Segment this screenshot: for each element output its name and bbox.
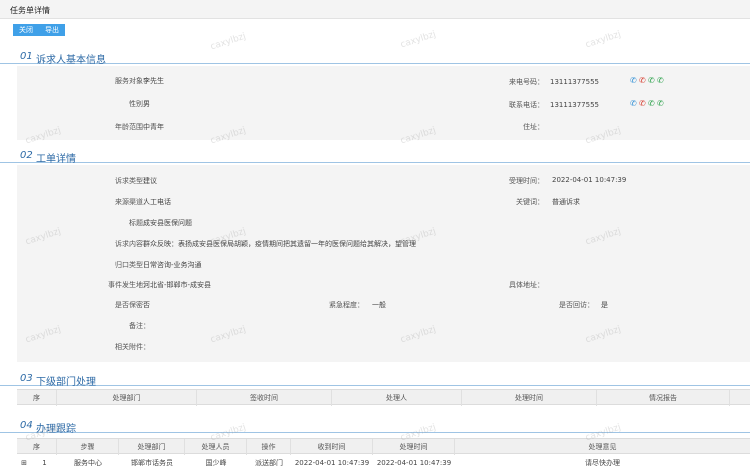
source-value: 人工电话 [143,198,171,206]
order-panel: 诉求类型： 建议 来源渠道： 人工电话 标题： 成安县医保问题 诉求内容： 群众… [17,165,750,362]
column-header[interactable]: 处理人 [332,390,462,406]
column-header[interactable]: 签收时间 [197,390,332,406]
transfer-phone-icon[interactable]: ✆ [657,100,664,108]
incoming-phone-actions: ✆ ✆ ✆ ✆ [630,77,664,85]
section-title: 诉求人基本信息 [36,55,106,66]
petitioner-panel: 服务对象： 李先生 性别： 男 年龄范围： 中青年 来电号码： 13111377… [17,66,750,140]
row-processed-time: 2022-04-01 10:47:39 [376,459,452,467]
section-header-petitioner: 01 诉求人基本信息 [0,50,750,66]
urgency-value: 一般 [372,301,386,309]
subject-value: 成安县医保问题 [143,219,192,227]
attachment-label: 相关附件： [115,343,150,351]
age-value: 中青年 [143,123,164,131]
transfer-phone-icon[interactable]: ✆ [657,77,664,85]
column-header[interactable]: 处理人员 [185,439,247,455]
expand-icon[interactable]: ⊞ [19,458,29,467]
incoming-phone-label: 来电号码： [509,78,544,86]
specific-address-label: 具体地址： [509,281,544,289]
reply-value: 是 [601,301,608,309]
address-label: 住址： [523,123,544,131]
section-title: 工单详情 [36,154,76,165]
sub-dept-table-header: 序 处理部门 签收时间 处理人 处理时间 情况报告 [17,389,750,406]
row-step: 服务中心 [74,459,102,467]
column-header[interactable]: 处理部门 [57,390,197,406]
secret-label: 是否保密： [115,301,150,309]
row-dept: 邯郸市话务员 [131,459,173,467]
tracking-table-header: 序 步骤 处理部门 处理人员 操作 收到时间 处理时间 处理意见 [17,438,750,455]
section-number: 03 [20,373,33,384]
column-header[interactable]: 步骤 [57,439,119,455]
export-button[interactable]: 导出 [39,24,65,36]
keyword-label: 关键词： [516,198,544,206]
secret-value: 否 [143,301,150,309]
content-label: 诉求内容： [115,240,150,248]
service-target-value: 李先生 [143,77,164,85]
window-title: 任务单详情 [10,6,50,15]
service-target-label: 服务对象： [115,77,150,85]
call-phone-icon[interactable]: ✆ [630,100,637,108]
accept-time-value: 2022-04-01 10:47:39 [552,176,627,184]
column-header[interactable]: 处理意见 [455,439,750,455]
answer-phone-icon[interactable]: ✆ [648,77,655,85]
contact-phone-label: 联系电话： [509,101,544,109]
row-received-time: 2022-04-01 10:47:39 [294,459,370,467]
column-header[interactable]: 序 [17,439,57,455]
subject-label: 标题： [129,219,150,227]
type-label: 诉求类型： [115,177,150,185]
keyword-value: 普通诉求 [552,198,580,206]
row-person: 国少峰 [205,459,227,467]
section-header-order: 02 工单详情 [0,149,750,165]
section-title: 办理跟踪 [36,424,76,435]
hangup-phone-icon[interactable]: ✆ [639,77,646,85]
column-header[interactable]: 操作 [247,439,291,455]
age-label: 年龄范围： [115,123,150,131]
category-label: 归口类型： [115,261,150,269]
column-header[interactable]: 处理时间 [373,439,455,455]
source-label: 来源渠道： [115,198,150,206]
watermark: caxylbzj [584,29,623,51]
column-header[interactable]: 处理时间 [462,390,597,406]
hangup-phone-icon[interactable]: ✆ [639,100,646,108]
reply-label: 是否回访： [559,301,594,309]
section-header-sub-dept: 03 下级部门处理 [0,372,750,388]
section-header-tracking: 04 办理跟踪 [0,419,750,435]
incoming-phone-value: 13111377555 [550,78,599,86]
watermark: caxylbzj [399,29,438,51]
section-title: 下级部门处理 [36,377,96,388]
accept-time-label: 受理时间： [509,177,544,185]
gender-value: 男 [143,100,150,108]
contact-phone-value: 13111377555 [550,101,599,109]
row-operation: 派送部门 [255,459,283,467]
column-header[interactable]: 情况报告 [597,390,730,406]
row-number: 1 [42,459,47,467]
urgency-label: 紧急程度： [329,301,364,309]
row-opinion: 请尽快办理 [585,459,620,467]
column-header[interactable]: 序 [17,390,57,406]
section-number: 04 [20,420,33,431]
content-value: 群众反映：表扬成安县医保局胡颖，疫情期间把其遗留一年的医保问题给其解决，望管理 [143,240,416,248]
type-value: 建议 [143,177,157,185]
column-header[interactable]: 处理部门 [119,439,185,455]
section-number: 01 [20,51,33,62]
location-value: 河北省-邯郸市-成安县 [143,281,212,289]
gender-label: 性别： [129,100,150,108]
answer-phone-icon[interactable]: ✆ [648,100,655,108]
category-value: 日常咨询-业务沟通 [143,261,202,269]
section-number: 02 [20,150,33,161]
window-titlebar: 任务单详情 [0,0,750,19]
note-label: 备注： [129,322,150,330]
close-button[interactable]: 关闭 [13,24,39,36]
column-header[interactable]: 收到时间 [291,439,373,455]
toolbar: 关闭 导出 [13,24,65,36]
table-row[interactable]: ⊞ 1 服务中心 邯郸市话务员 国少峰 派送部门 2022-04-01 10:4… [17,458,750,467]
location-label: 事件发生地： [108,281,150,289]
call-phone-icon[interactable]: ✆ [630,77,637,85]
contact-phone-actions: ✆ ✆ ✆ ✆ [630,100,664,108]
